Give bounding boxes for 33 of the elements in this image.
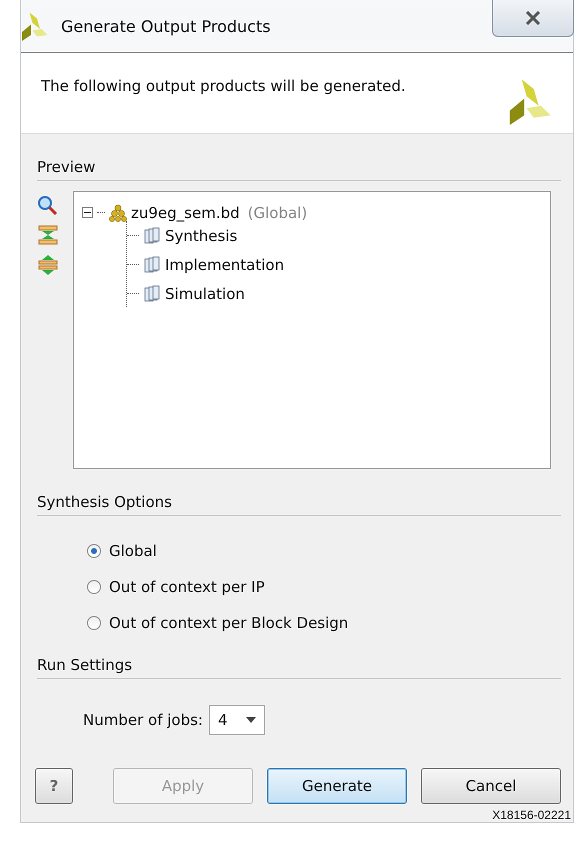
radio-label[interactable]: Global [109, 542, 157, 560]
tree-item[interactable]: Synthesis [165, 226, 238, 244]
documents-icon [143, 226, 161, 244]
section-title: Run Settings [37, 656, 561, 679]
radio-button[interactable] [87, 544, 101, 558]
dropdown-arrow-icon [246, 717, 256, 723]
search-icon[interactable] [37, 195, 59, 215]
radio-button[interactable] [87, 616, 101, 630]
documents-icon [143, 284, 161, 302]
close-button[interactable] [492, 0, 574, 37]
radio-button[interactable] [87, 580, 101, 594]
jobs-label: Number of jobs: [83, 711, 203, 729]
blocks-icon [109, 204, 127, 222]
header-message: The following output products will be generated. [41, 77, 406, 97]
jobs-dropdown[interactable]: 4 [209, 705, 265, 735]
radio-label[interactable]: Out of context per IP [109, 578, 265, 596]
radio-label[interactable]: Out of context per Block Design [109, 614, 348, 632]
tree-item-note: (Global) [248, 204, 308, 222]
dialog-button[interactable]: Cancel [421, 768, 561, 804]
documents-icon [143, 256, 161, 274]
close-icon [524, 11, 542, 25]
window-title: Generate Output Products [61, 16, 271, 36]
tree-item[interactable]: zu9eg_sem.bd [131, 204, 240, 222]
section-title: Synthesis Options [37, 493, 561, 516]
dialog-button[interactable]: Generate [267, 768, 407, 804]
collapse-toggle[interactable] [82, 207, 93, 218]
expand-all-icon[interactable] [37, 255, 59, 275]
tree-item[interactable]: Simulation [165, 284, 245, 302]
section-title: Preview [37, 158, 561, 181]
collapse-all-icon[interactable] [37, 225, 59, 245]
figure-id: X18156-02221 [492, 808, 571, 822]
help-button[interactable]: ? [35, 768, 73, 804]
tree-item[interactable]: Implementation [165, 256, 284, 274]
